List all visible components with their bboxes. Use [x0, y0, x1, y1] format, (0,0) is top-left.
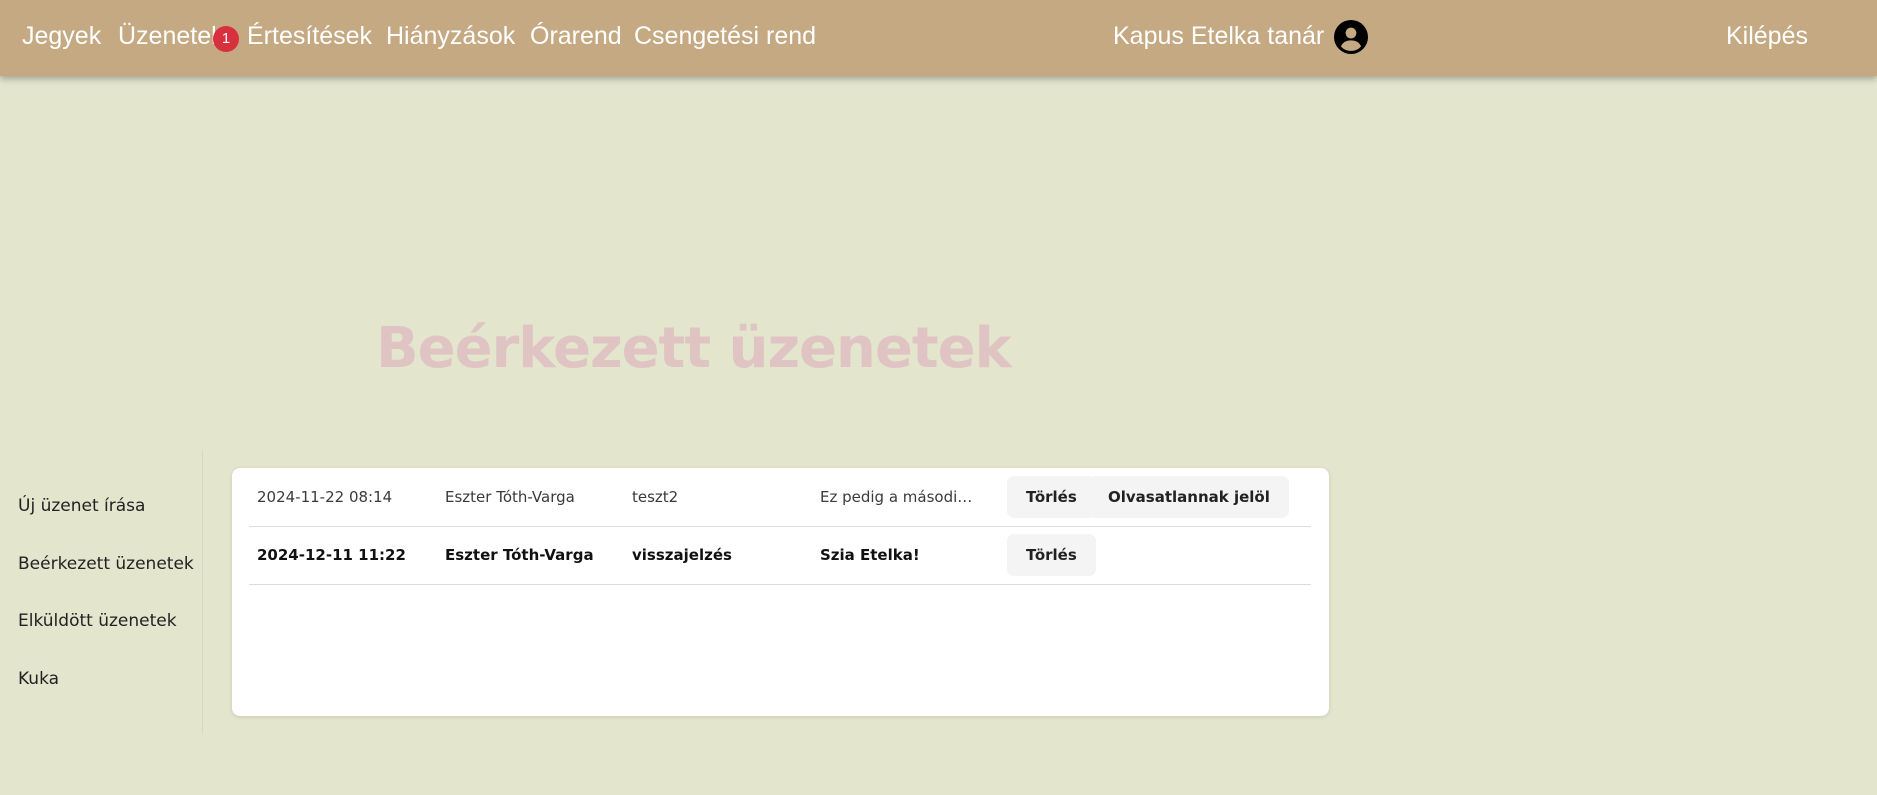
message-list: 2024-11-22 08:14 Eszter Tóth-Varga teszt… — [232, 468, 1329, 716]
message-row[interactable]: 2024-12-11 11:22 Eszter Tóth-Varga vissz… — [249, 526, 1311, 585]
message-sender: Eszter Tóth-Varga — [445, 546, 594, 564]
message-preview: Ez pedig a második t... — [820, 488, 980, 506]
message-subject: teszt2 — [632, 488, 679, 506]
nav-link-grades[interactable]: Jegyek — [22, 0, 101, 72]
message-sender: Eszter Tóth-Varga — [445, 488, 575, 506]
message-subject: visszajelzés — [632, 546, 732, 564]
account-circle-icon[interactable] — [1334, 20, 1368, 54]
mark-unread-button[interactable]: Olvasatlannak jelöl — [1089, 476, 1289, 518]
message-date: 2024-11-22 08:14 — [257, 488, 393, 506]
message-preview: Szia Etelka! — [820, 546, 920, 564]
nav-link-bell-schedule[interactable]: Csengetési rend — [634, 0, 816, 72]
sidebar-item-inbox[interactable]: Beérkezett üzenetek — [18, 554, 194, 574]
user-name: Kapus Etelka tanár — [1113, 22, 1325, 50]
nav-link-messages[interactable]: Üzenetek — [118, 0, 224, 72]
page-title: Beérkezett üzenetek — [376, 316, 1012, 381]
nav-link-notifications[interactable]: Értesítések — [247, 0, 372, 72]
delete-button[interactable]: Törlés — [1007, 534, 1096, 576]
unread-count-badge: 1 — [213, 26, 239, 52]
delete-button[interactable]: Törlés — [1007, 476, 1096, 518]
message-sidebar: Új üzenet írása Beérkezett üzenetek Elkü… — [0, 450, 203, 734]
message-row[interactable]: 2024-11-22 08:14 Eszter Tóth-Varga teszt… — [249, 468, 1311, 527]
sidebar-item-compose[interactable]: Új üzenet írása — [18, 496, 145, 516]
sidebar-item-sent[interactable]: Elküldött üzenetek — [18, 611, 177, 631]
nav-link-absences[interactable]: Hiányzások — [386, 0, 515, 72]
logout-link[interactable]: Kilépés — [1726, 0, 1808, 72]
nav-link-timetable[interactable]: Órarend — [530, 0, 622, 72]
top-navbar: Jegyek Üzenetek 1 Értesítések Hiányzások… — [0, 0, 1877, 76]
message-date: 2024-12-11 11:22 — [257, 546, 406, 564]
sidebar-item-trash[interactable]: Kuka — [18, 669, 59, 689]
